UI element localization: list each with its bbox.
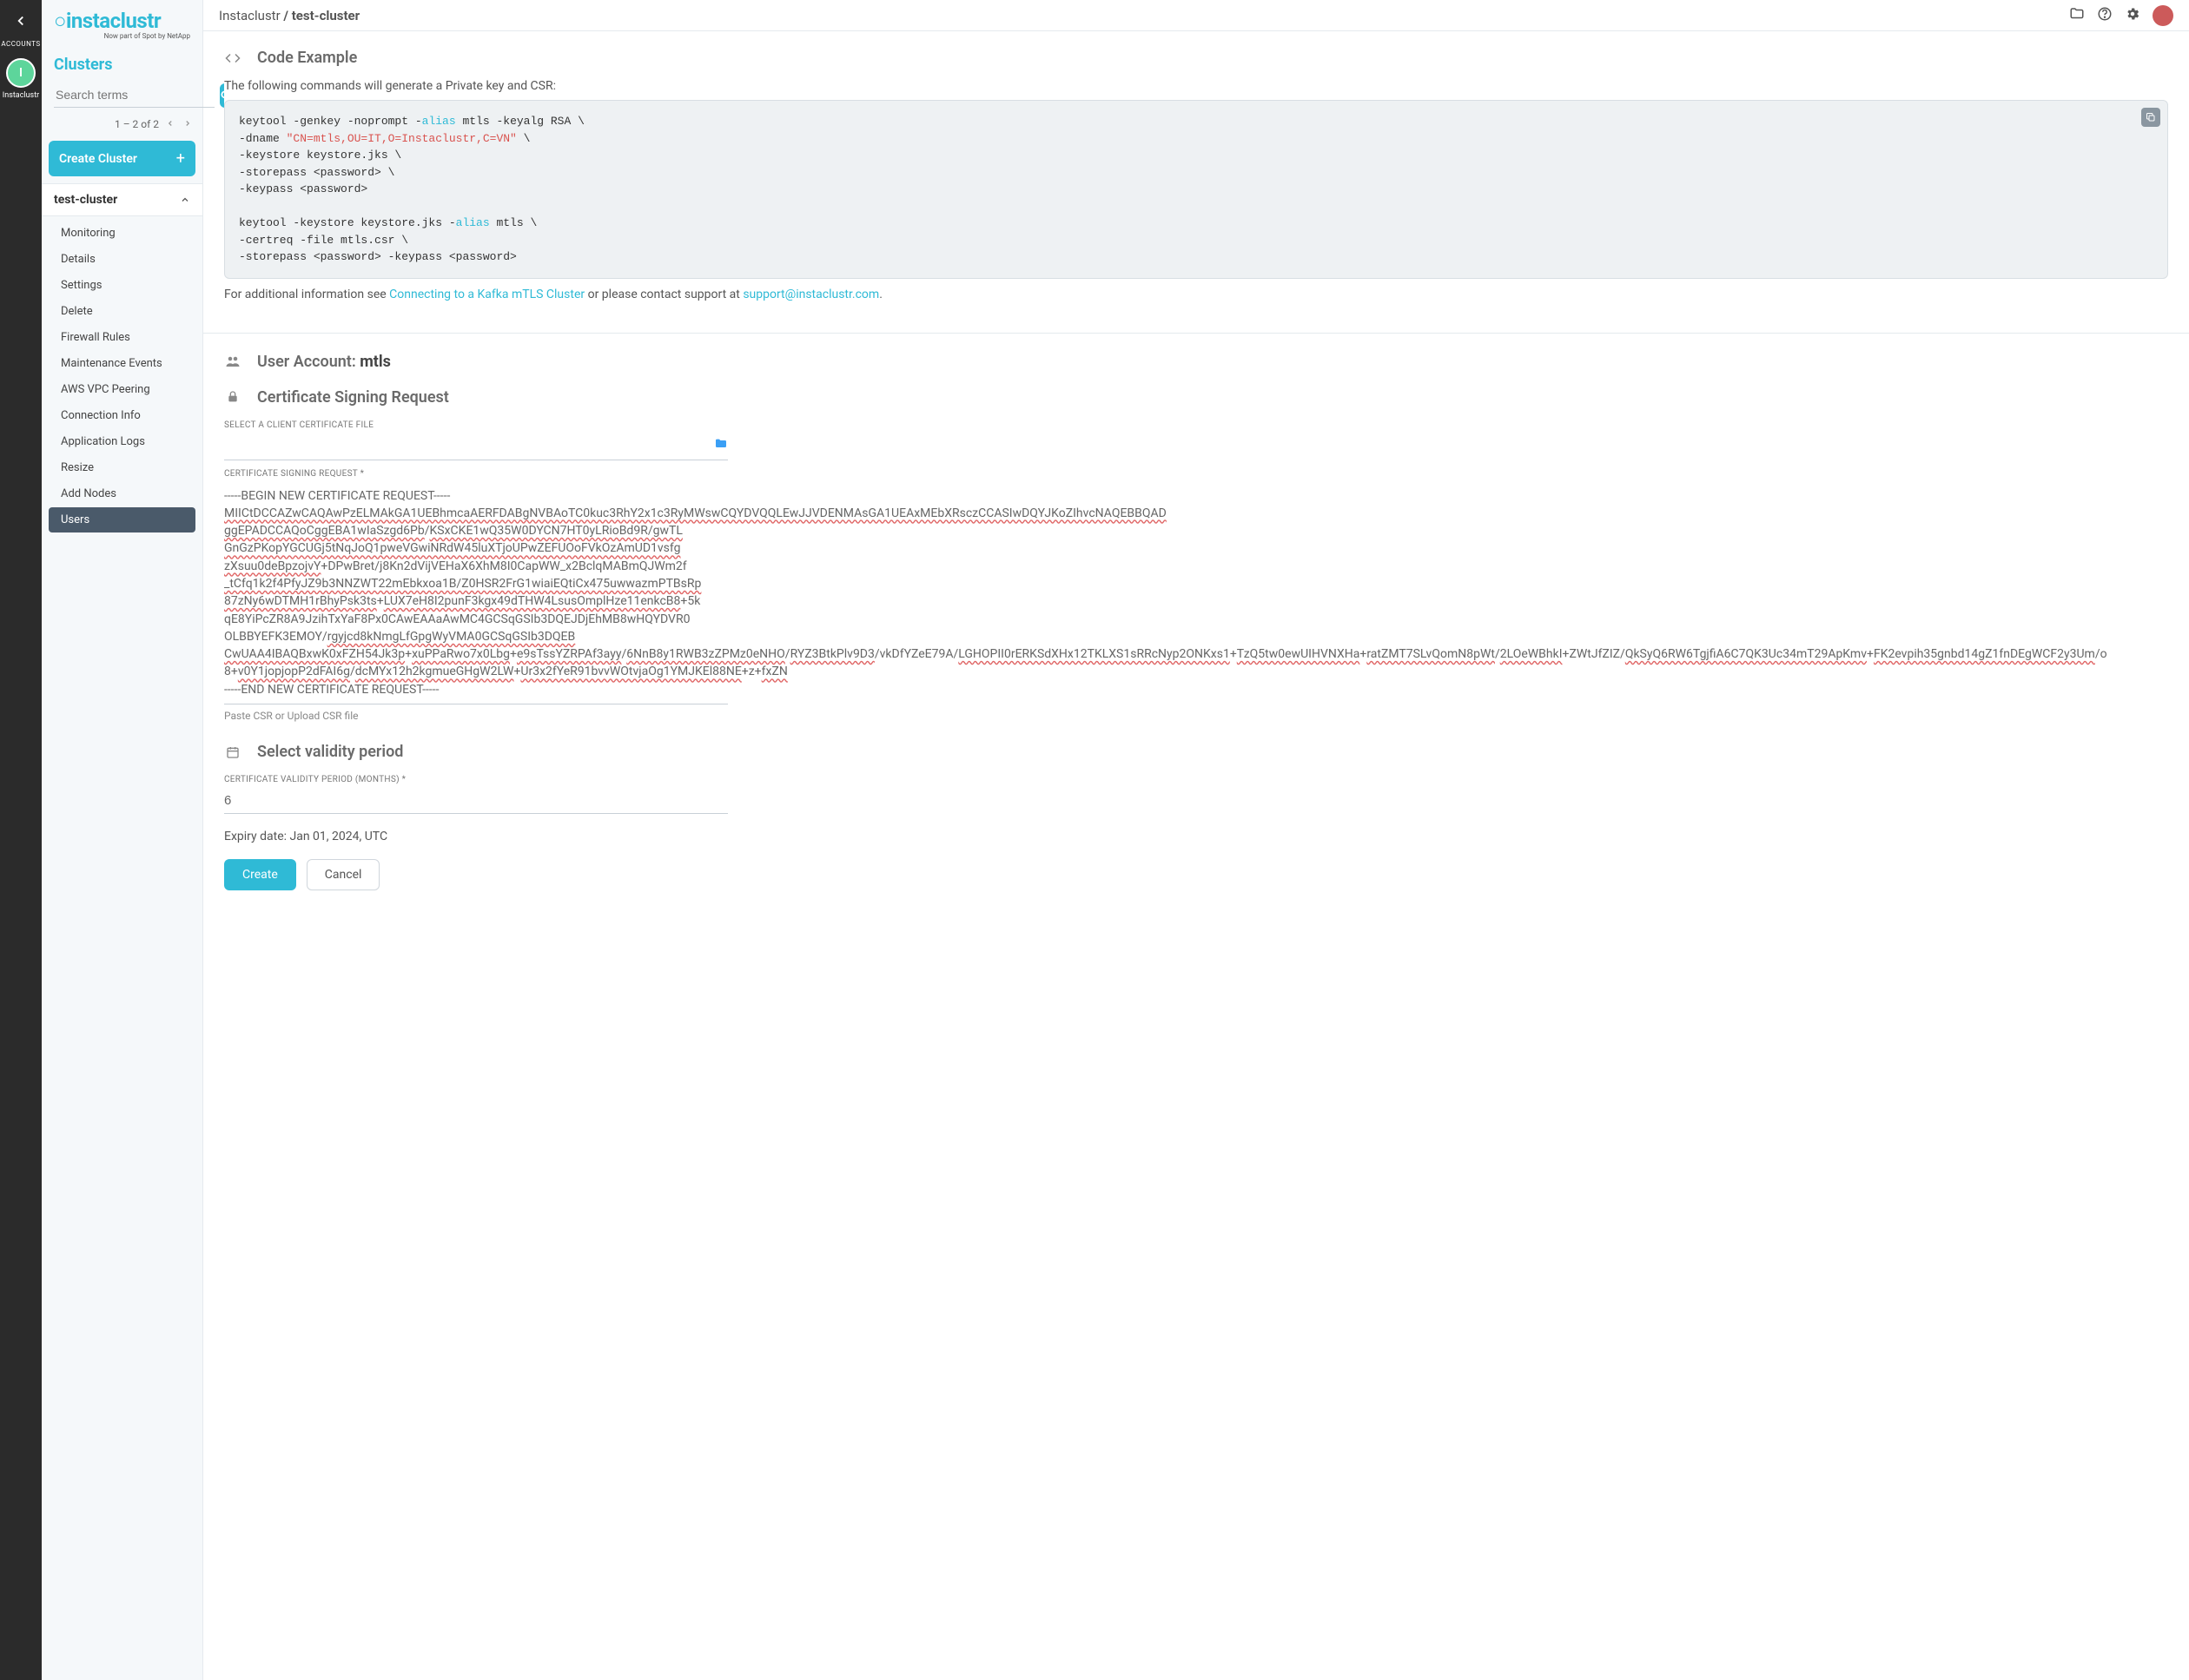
- file-field-label: SELECT A CLIENT CERTIFICATE FILE: [224, 412, 728, 433]
- pager-next[interactable]: [182, 116, 194, 132]
- cluster-expand-row[interactable]: test-cluster: [42, 183, 202, 216]
- info-line: For additional information see Connectin…: [224, 279, 2168, 310]
- account-name: Instaclustr: [3, 91, 39, 100]
- sidebar: ○instaclustr Now part of Spot by NetApp …: [42, 0, 203, 1680]
- link-kafka-mtls[interactable]: Connecting to a Kafka mTLS Cluster: [389, 288, 585, 301]
- account-avatar[interactable]: I: [6, 58, 36, 88]
- sidebar-item-connection-info[interactable]: Connection Info: [49, 403, 195, 428]
- sidebar-item-aws-vpc-peering[interactable]: AWS VPC Peering: [49, 377, 195, 402]
- file-picker[interactable]: [224, 433, 728, 460]
- sidebar-item-details[interactable]: Details: [49, 247, 195, 272]
- back-button[interactable]: [7, 7, 35, 35]
- create-button[interactable]: Create: [224, 859, 296, 890]
- validity-title: Select validity period: [257, 743, 403, 761]
- code-example-panel: Code Example The following commands will…: [224, 38, 2168, 321]
- sidebar-item-users[interactable]: Users: [49, 507, 195, 532]
- user-avatar[interactable]: [2153, 5, 2173, 26]
- accounts-bar: ACCOUNTS I Instaclustr: [0, 0, 42, 1680]
- link-support-email[interactable]: support@instaclustr.com: [743, 288, 879, 301]
- user-account-title: User Account: mtls: [257, 353, 391, 371]
- sidebar-item-add-nodes[interactable]: Add Nodes: [49, 481, 195, 506]
- calendar-icon: [224, 745, 241, 759]
- code-example-title: Code Example: [257, 49, 357, 67]
- chevron-up-icon: [180, 195, 190, 205]
- users-icon: [224, 354, 241, 369]
- cancel-button[interactable]: Cancel: [307, 859, 380, 890]
- code-icon: [224, 50, 241, 66]
- logo: ○instaclustr Now part of Spot by NetApp: [42, 0, 202, 43]
- folder-upload-icon: [714, 437, 728, 454]
- copy-button[interactable]: [2141, 108, 2160, 127]
- csr-textarea[interactable]: -----BEGIN NEW CERTIFICATE REQUEST-----M…: [224, 482, 728, 705]
- sidebar-item-resize[interactable]: Resize: [49, 455, 195, 480]
- help-icon[interactable]: [2097, 6, 2113, 25]
- code-block: keytool -genkey -noprompt -alias mtls -k…: [224, 100, 2168, 279]
- gear-icon[interactable]: [2125, 6, 2140, 25]
- sidebar-item-delete[interactable]: Delete: [49, 299, 195, 324]
- expiry-text: Expiry date: Jan 01, 2024, UTC: [224, 814, 728, 852]
- csr-help: Paste CSR or Upload CSR file: [224, 704, 728, 727]
- sidebar-item-firewall-rules[interactable]: Firewall Rules: [49, 325, 195, 350]
- csr-area-label: CERTIFICATE SIGNING REQUEST *: [224, 460, 728, 482]
- create-cluster-button[interactable]: Create Cluster+: [49, 141, 195, 176]
- search-input[interactable]: [54, 83, 215, 108]
- clusters-heading: Clusters: [42, 43, 202, 83]
- sidebar-item-maintenance-events[interactable]: Maintenance Events: [49, 351, 195, 376]
- lock-icon: [224, 390, 241, 404]
- topbar: Instaclustr / test-cluster: [203, 0, 2189, 31]
- pager-prev[interactable]: [164, 116, 176, 132]
- accounts-label: ACCOUNTS: [1, 40, 40, 48]
- folder-icon[interactable]: [2069, 6, 2085, 25]
- code-example-desc: The following commands will generate a P…: [224, 72, 2168, 100]
- breadcrumb: Instaclustr / test-cluster: [219, 8, 2057, 23]
- sidebar-item-application-logs[interactable]: Application Logs: [49, 429, 195, 454]
- pager: 1 – 2 of 2: [42, 113, 202, 141]
- sidebar-item-monitoring[interactable]: Monitoring: [49, 221, 195, 246]
- validity-label: CERTIFICATE VALIDITY PERIOD (MONTHS) *: [224, 766, 728, 788]
- csr-title: Certificate Signing Request: [257, 388, 449, 407]
- sidebar-item-settings[interactable]: Settings: [49, 273, 195, 298]
- validity-input[interactable]: [224, 788, 728, 814]
